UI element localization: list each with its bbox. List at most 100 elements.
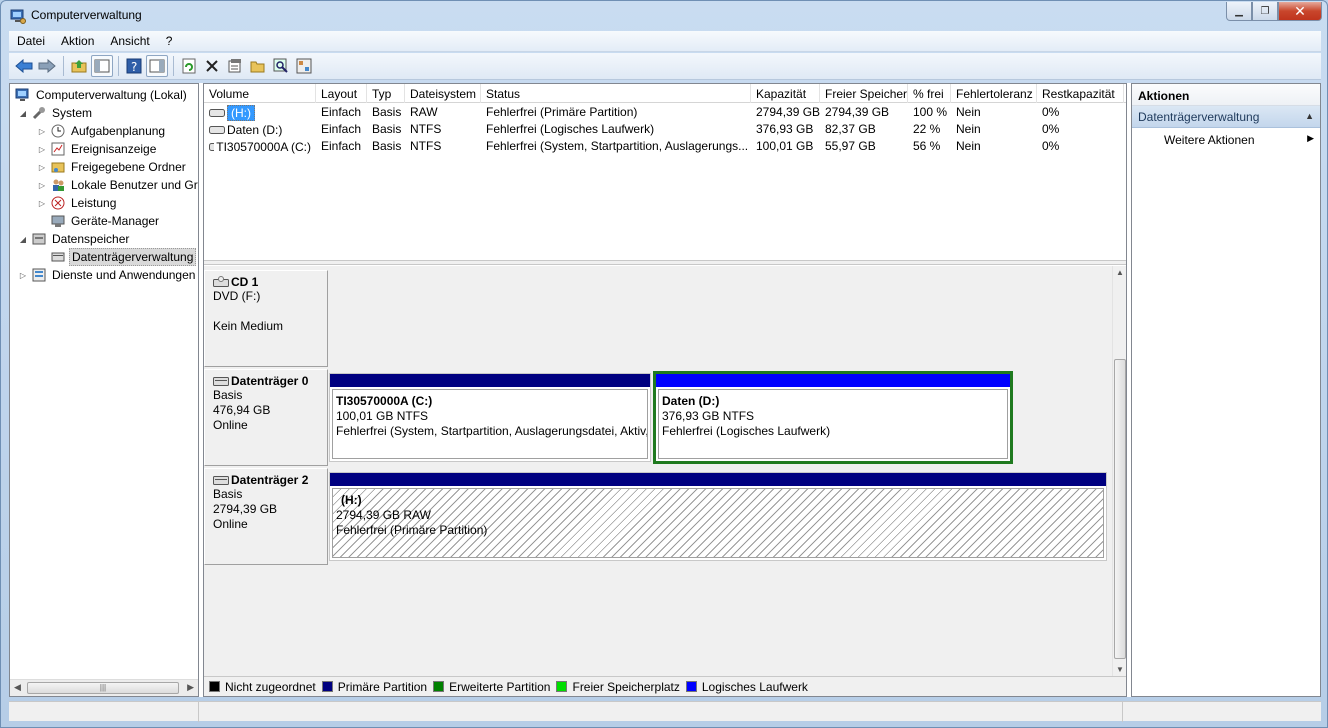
tree-item-local-users[interactable]: ▷ Lokale Benutzer und Gruppen (10, 176, 198, 194)
volume-name-cell: Daten (D:) (204, 121, 316, 138)
scroll-left-icon[interactable]: ◀ (14, 682, 21, 693)
disk-info-line (213, 304, 319, 319)
actions-header: Aktionen (1132, 84, 1320, 106)
column-header-filesystem[interactable]: Dateisystem (405, 84, 481, 103)
show-hide-console-tree-button[interactable] (91, 55, 113, 77)
volume-list-header: Volume Layout Typ Dateisystem Status Kap… (204, 84, 1126, 103)
expand-arrow-icon[interactable]: ▷ (37, 163, 47, 172)
volume-row-h[interactable]: (H:) Einfach Basis RAW Fehlerfrei (Primä… (204, 104, 1126, 121)
expand-arrow-icon[interactable]: ▷ (37, 181, 47, 190)
graph-vertical-scrollbar[interactable]: ▲ ▼ (1112, 266, 1126, 676)
partition-d[interactable]: Daten (D:) 376,93 GB NTFS Fehlerfrei (Lo… (653, 371, 1013, 464)
column-header-status[interactable]: Status (481, 84, 751, 103)
menu-ansicht[interactable]: Ansicht (102, 34, 157, 48)
menu-datei[interactable]: Datei (9, 34, 53, 48)
volume-filesystem: NTFS (410, 122, 442, 136)
maximize-button[interactable]: ❐ (1252, 2, 1278, 21)
column-header-capacity[interactable]: Kapazität (751, 84, 820, 103)
search-button[interactable] (270, 55, 292, 77)
scroll-right-icon[interactable]: ▶ (187, 682, 194, 693)
partition-c[interactable]: TI30570000A (C:) 100,01 GB NTFS Fehlerfr… (329, 373, 651, 462)
volume-type: Basis (372, 139, 402, 153)
volume-free-space: 82,37 GB (825, 122, 876, 136)
column-header-volume[interactable]: Volume (204, 84, 316, 103)
show-hide-action-pane-button[interactable] (146, 55, 168, 77)
clock-icon (50, 123, 66, 139)
tree-item-services-apps[interactable]: ▷ Dienste und Anwendungen (10, 266, 198, 284)
volume-status: Fehlerfrei (Logisches Laufwerk) (486, 122, 655, 136)
tree-item-label: Lokale Benutzer und Gruppen (71, 178, 198, 192)
volume-name: TI30570000A (C:) (216, 139, 311, 154)
legend-swatch (556, 681, 568, 692)
disk-label-cd1[interactable]: CD 1 DVD (F:) Kein Medium (204, 270, 328, 367)
collapse-arrow-icon[interactable]: ◢ (18, 109, 28, 118)
refresh-button[interactable] (178, 55, 200, 77)
scroll-up-icon[interactable]: ▲ (1116, 268, 1124, 277)
column-header-layout[interactable]: Layout (316, 84, 367, 103)
legend-label: Nicht zugeordnet (225, 679, 316, 694)
tree-item-shared-folders[interactable]: ▷ Freigegebene Ordner (10, 158, 198, 176)
legend-item: Freier Speicherplatz (556, 680, 680, 694)
tree-item-system[interactable]: ◢ System (10, 104, 198, 122)
collapse-up-icon[interactable]: ▲ (1305, 111, 1314, 121)
restore-icon: ❐ (1260, 5, 1270, 17)
forward-button[interactable] (36, 55, 58, 77)
event-viewer-icon (50, 141, 66, 157)
disk-label-disk0[interactable]: Datenträger 0 Basis 476,94 GB Online (204, 369, 328, 466)
minimize-button[interactable]: ▁ (1226, 2, 1252, 21)
tree-item-device-manager[interactable]: Geräte-Manager (10, 212, 198, 230)
minimize-icon: ▁ (1235, 5, 1243, 17)
close-button[interactable]: ✕ (1278, 2, 1322, 21)
disk-management-icon (50, 249, 66, 265)
tree-item-event-viewer[interactable]: ▷ Ereignisanzeige (10, 140, 198, 158)
tree-item-task-scheduler[interactable]: ▷ Aufgabenplanung (10, 122, 198, 140)
expand-arrow-icon[interactable]: ▷ (18, 271, 28, 280)
expand-arrow-icon[interactable]: ▷ (37, 145, 47, 154)
collapse-arrow-icon[interactable]: ◢ (18, 235, 28, 244)
tree-item-performance[interactable]: ▷ Leistung (10, 194, 198, 212)
disk-area-disk0: TI30570000A (C:) 100,01 GB NTFS Fehlerfr… (328, 369, 1018, 466)
expand-arrow-icon[interactable]: ▷ (37, 199, 47, 208)
tree-item-computer-management[interactable]: Computerverwaltung (Lokal) (10, 86, 198, 104)
device-manager-icon (50, 213, 66, 229)
tree-item-storage[interactable]: ◢ Datenspeicher (10, 230, 198, 248)
users-icon (50, 177, 66, 193)
title-bar[interactable]: Computerverwaltung ▁ ❐ ✕ (1, 1, 1327, 31)
expand-arrow-icon[interactable]: ▷ (37, 127, 47, 136)
column-header-type[interactable]: Typ (367, 84, 405, 103)
toolbar-separator (63, 56, 64, 76)
volume-row-c[interactable]: TI30570000A (C:) Einfach Basis NTFS Fehl… (204, 138, 1126, 155)
column-header-overhead[interactable]: Restkapazität (1037, 84, 1124, 103)
volume-row-d[interactable]: Daten (D:) Einfach Basis NTFS Fehlerfrei… (204, 121, 1126, 138)
column-header-fault-tolerance[interactable]: Fehlertoleranz (951, 84, 1037, 103)
services-icon (31, 267, 47, 283)
pane-splitter[interactable] (204, 260, 1126, 265)
settings-button[interactable] (293, 55, 315, 77)
column-header-percent-free[interactable]: % frei (908, 84, 951, 103)
up-folder-button[interactable] (68, 55, 90, 77)
status-cell (1123, 702, 1321, 722)
open-folder-button[interactable] (247, 55, 269, 77)
more-actions-label: Weitere Aktionen (1164, 133, 1255, 147)
column-header-free-space[interactable]: Freier Speicher (820, 84, 908, 103)
disk-label-disk2[interactable]: Datenträger 2 Basis 2794,39 GB Online (204, 468, 328, 565)
more-actions-item[interactable]: Weitere Aktionen ▶ (1132, 128, 1320, 150)
delete-button[interactable] (201, 55, 223, 77)
partition-h[interactable]: (H:) 2794,39 GB RAW Fehlerfrei (Primäre … (329, 472, 1107, 561)
partition-size: 376,93 GB NTFS (662, 409, 755, 423)
back-button[interactable] (13, 55, 35, 77)
properties-button[interactable] (224, 55, 246, 77)
scroll-down-icon[interactable]: ▼ (1116, 665, 1124, 674)
scrollbar-thumb[interactable]: ||| (27, 682, 179, 694)
tree-horizontal-scrollbar[interactable]: ◀ ||| ▶ (10, 679, 198, 696)
scrollbar-thumb[interactable] (1114, 359, 1126, 659)
menu-help[interactable]: ? (158, 34, 181, 48)
tree-item-label: Dienste und Anwendungen (52, 268, 196, 282)
menu-aktion[interactable]: Aktion (53, 34, 102, 48)
help-button[interactable]: ? (123, 55, 145, 77)
status-cell (199, 702, 1123, 722)
search-icon (273, 58, 288, 73)
actions-section-disk-management[interactable]: Datenträgerverwaltung ▲ (1132, 106, 1320, 128)
tree-item-disk-management[interactable]: Datenträgerverwaltung (10, 248, 198, 266)
shared-folder-icon (50, 159, 66, 175)
